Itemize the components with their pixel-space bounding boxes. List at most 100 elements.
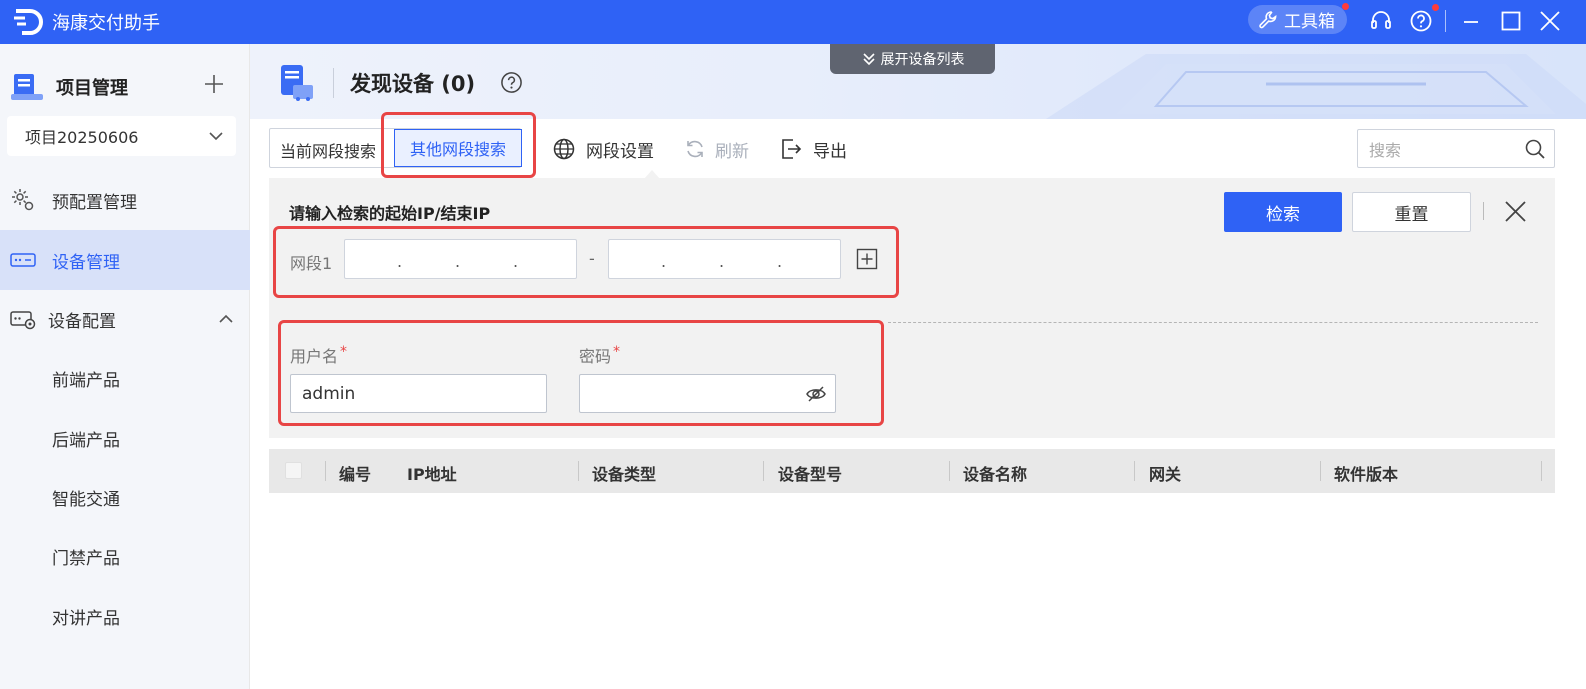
question-icon[interactable]: [500, 71, 523, 94]
segment-settings-button[interactable]: 网段设置: [552, 136, 654, 162]
toolbox-label: 工具箱: [1284, 12, 1335, 32]
column-header[interactable]: 设备型号: [778, 461, 842, 485]
dashed-divider: [888, 322, 1538, 323]
reset-button[interactable]: 重置: [1352, 192, 1471, 232]
column-header[interactable]: 编号: [339, 461, 371, 485]
device-table-header: 编号 IP地址 设备类型 设备型号 设备名称 网关 软件版本: [269, 449, 1555, 493]
maximize-icon[interactable]: [1499, 9, 1523, 33]
app-logo-icon: [14, 9, 43, 35]
sidebar-subitem-label: 智能交通: [52, 489, 120, 510]
segment-settings-label: 网段设置: [586, 141, 654, 162]
column-header[interactable]: 软件版本: [1334, 461, 1398, 485]
sidebar-subitem-label: 前端产品: [52, 370, 120, 391]
sidebar-subitem-traffic[interactable]: 智能交通: [0, 467, 250, 527]
eye-hidden-icon[interactable]: [805, 383, 827, 405]
sidebar-subitem-backend[interactable]: 后端产品: [0, 408, 250, 468]
project-select[interactable]: 项目20250606: [7, 116, 236, 156]
username-field[interactable]: admin: [290, 374, 547, 413]
column-header[interactable]: IP地址: [407, 461, 457, 485]
required-mark: *: [340, 344, 348, 360]
help-icon[interactable]: [1409, 9, 1433, 33]
discover-device-icon: [281, 65, 313, 101]
search-mode-tabs: 当前网段搜索 其他网段搜索: [269, 128, 522, 168]
sidebar-subitem-label: 后端产品: [52, 430, 120, 451]
ip-dot: .: [455, 252, 461, 271]
project-management-title: 项目管理: [56, 78, 128, 99]
help-notification-dot: [1432, 4, 1439, 11]
refresh-label: 刷新: [715, 141, 749, 162]
tab-current-segment[interactable]: 当前网段搜索: [280, 138, 376, 162]
end-ip-input[interactable]: . . .: [608, 239, 841, 279]
search-button[interactable]: 检索: [1224, 192, 1342, 232]
chevron-up-icon[interactable]: [218, 311, 234, 327]
close-icon[interactable]: [1503, 199, 1528, 224]
close-window-icon[interactable]: [1538, 9, 1562, 33]
tab-other-segment[interactable]: 其他网段搜索: [394, 129, 522, 167]
wrench-icon: [1259, 10, 1277, 28]
app-title: 海康交付助手: [52, 13, 160, 34]
banner-decoration: [1046, 54, 1586, 119]
column-divider: [763, 461, 764, 481]
required-mark: *: [613, 344, 621, 360]
sidebar-item-label: 预配置管理: [52, 192, 137, 213]
globe-icon: [553, 138, 575, 160]
ip-dot: .: [513, 252, 519, 271]
username-label: 用户名 *: [290, 343, 347, 367]
column-header[interactable]: 设备名称: [963, 461, 1027, 485]
refresh-button[interactable]: 刷新: [683, 136, 749, 162]
title-separator: [1445, 10, 1446, 32]
toolbox-notification-dot: [1342, 3, 1349, 10]
add-project-icon[interactable]: [204, 74, 224, 94]
sidebar-item-device-management[interactable]: 设备管理: [0, 230, 250, 290]
search-icon[interactable]: [1524, 138, 1546, 160]
column-header[interactable]: 网关: [1149, 461, 1181, 485]
password-label: 密码 *: [579, 343, 620, 367]
chevron-down-icon: [209, 132, 223, 141]
project-select-value: 项目20250606: [25, 128, 139, 147]
column-divider: [578, 461, 579, 481]
page-title: 发现设备 (0): [350, 72, 476, 96]
title-bar: 海康交付助手 工具箱: [0, 0, 1586, 44]
gear-settings-icon: [12, 189, 34, 211]
column-divider: [1320, 461, 1321, 481]
sidebar-subitem-access-control[interactable]: 门禁产品: [0, 526, 250, 586]
sidebar-item-label: 设备管理: [52, 252, 120, 273]
column-header[interactable]: 设备类型: [592, 461, 656, 485]
export-button[interactable]: 导出: [779, 136, 847, 162]
password-label-text: 密码: [579, 347, 612, 366]
export-icon: [782, 139, 802, 159]
password-field[interactable]: [579, 374, 836, 413]
sidebar-subitem-label: 对讲产品: [52, 608, 120, 629]
ip-dot: .: [719, 252, 725, 271]
device-icon: [10, 253, 36, 267]
double-chevron-down-icon: [862, 53, 875, 66]
minimize-icon[interactable]: [1459, 9, 1483, 33]
segment-label: 网段1: [290, 254, 333, 273]
start-ip-input[interactable]: . . .: [344, 239, 577, 279]
column-divider: [1541, 461, 1542, 481]
sidebar-item-device-config[interactable]: 设备配置: [0, 289, 250, 349]
sidebar-subitem-intercom[interactable]: 对讲产品: [0, 586, 250, 646]
column-divider: [949, 461, 950, 481]
sidebar-subitem-frontend[interactable]: 前端产品: [0, 348, 250, 408]
username-label-text: 用户名: [290, 347, 339, 366]
select-all-checkbox[interactable]: [285, 462, 302, 479]
add-segment-icon[interactable]: [856, 248, 878, 270]
sidebar-item-preconfig[interactable]: 预配置管理: [0, 170, 250, 230]
sidebar-item-label: 设备配置: [48, 311, 116, 332]
headset-support-icon[interactable]: [1369, 9, 1393, 33]
toolbox-button[interactable]: 工具箱: [1248, 5, 1347, 34]
column-divider: [1134, 461, 1135, 481]
device-config-icon: [10, 311, 36, 330]
ip-dot: .: [397, 252, 403, 271]
expand-device-list-tab[interactable]: 展开设备列表: [830, 44, 995, 74]
search-input[interactable]: 搜索: [1357, 129, 1555, 168]
ip-range-separator: -: [589, 249, 595, 268]
panel-separator: [1483, 202, 1484, 220]
expand-device-list-label: 展开设备列表: [880, 52, 965, 68]
username-value: admin: [302, 383, 356, 404]
export-label: 导出: [813, 141, 847, 162]
project-management-icon: [11, 74, 43, 100]
ip-range-prompt: 请输入检索的起始IP/结束IP: [289, 204, 491, 223]
sidebar-subitem-label: 门禁产品: [52, 548, 120, 569]
